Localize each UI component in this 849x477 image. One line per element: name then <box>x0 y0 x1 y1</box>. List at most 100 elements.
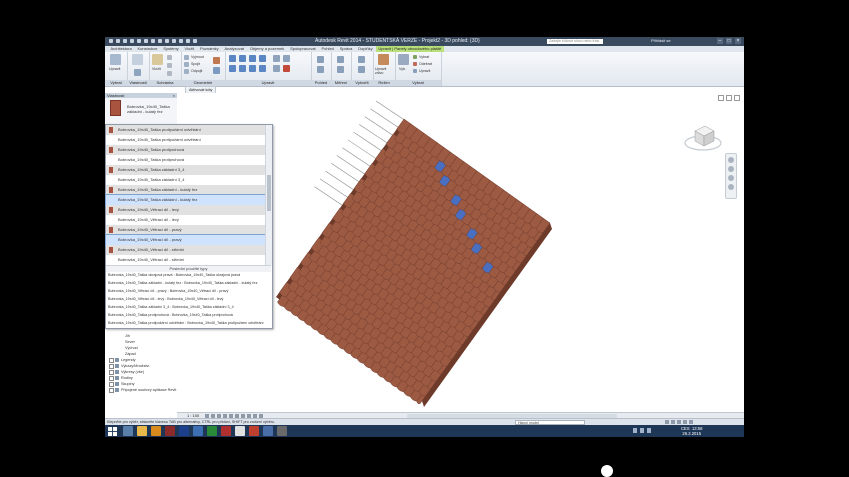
switch-windows-icon[interactable] <box>193 39 197 43</box>
type-list-item[interactable]: Bobrovka_19x40_Taška základní - kulatý ř… <box>106 185 265 195</box>
modify-button[interactable]: Upravit <box>109 67 120 71</box>
tray-network-icon[interactable] <box>640 428 644 433</box>
zoom-icon[interactable] <box>728 166 734 172</box>
taskbar-app-icon[interactable] <box>207 426 217 436</box>
quick-access-toolbar[interactable] <box>109 39 197 43</box>
edit-zdivo-icon[interactable] <box>378 54 389 65</box>
tray-flag-icon[interactable] <box>633 428 637 433</box>
close-hidden-icon[interactable] <box>186 39 190 43</box>
type-list-item[interactable]: Bobrovka_19x40_Taška základní 3_4 <box>106 175 265 185</box>
type-list-item[interactable]: Bobrovka_19x40_Taška protipožární odvětr… <box>106 125 265 135</box>
expand-icon[interactable] <box>109 388 114 393</box>
taskbar-app-icon[interactable] <box>151 426 161 436</box>
input-language[interactable]: CES <box>681 426 690 431</box>
navigation-bar[interactable] <box>725 153 737 199</box>
type-list-item[interactable]: Bobrovka_19x40_Větrací díl - pravý <box>106 225 265 235</box>
cut-icon[interactable] <box>167 55 172 60</box>
model-selector[interactable]: Hlavní model <box>515 420 585 425</box>
add-button[interactable]: Vybrat <box>419 55 429 59</box>
join-button[interactable]: Spojit <box>191 62 200 66</box>
mirror-icon[interactable] <box>249 55 256 62</box>
select-links-icon[interactable] <box>677 420 681 424</box>
select-pinned-icon[interactable] <box>683 420 687 424</box>
dropdown-scrollbar[interactable] <box>265 125 272 265</box>
thin-lines-icon[interactable] <box>179 39 183 43</box>
orbit-icon[interactable] <box>728 184 734 190</box>
match-icon[interactable] <box>167 71 172 76</box>
taskbar-app-icon[interactable] <box>193 426 203 436</box>
close-button[interactable]: × <box>735 38 741 44</box>
taskbar-app-icon[interactable] <box>263 426 273 436</box>
type-list-item[interactable]: Bobrovka_19x40_Větrací díl - střední <box>106 255 265 265</box>
redo-icon[interactable] <box>137 39 141 43</box>
recent-type-item[interactable]: Bobrovka_19x40_Taška okrajová pravá : Bo… <box>106 271 271 279</box>
remove-button[interactable]: Odebrat <box>419 62 432 66</box>
scrollbar-thumb[interactable] <box>267 175 271 211</box>
move-icon[interactable] <box>259 55 266 62</box>
taskbar-app-icon[interactable] <box>123 426 133 436</box>
delete-icon[interactable] <box>283 65 290 72</box>
paste-icon[interactable] <box>152 54 163 65</box>
split-face-icon[interactable] <box>213 67 220 74</box>
text-icon[interactable] <box>158 39 162 43</box>
paint-icon[interactable] <box>213 57 220 64</box>
close-icon[interactable]: × <box>173 93 175 98</box>
minimize-button[interactable]: – <box>717 38 723 44</box>
copy-element-icon[interactable] <box>229 65 236 72</box>
create-similar-icon[interactable] <box>358 56 365 63</box>
tray-clock[interactable]: CES 13:58 26.2.2015 <box>681 426 702 436</box>
type-list-item[interactable]: Bobrovka_19x40_Větrací díl - levý <box>106 215 265 225</box>
recent-type-item[interactable]: Bobrovka_19x40_Taška základní 3_4 : Bobr… <box>106 303 271 311</box>
recent-type-item[interactable]: Bobrovka_19x40_Větrací díl - levý : Bobr… <box>106 295 271 303</box>
recent-type-item[interactable]: Bobrovka_19x40_Taška protiprohová : Bobr… <box>106 311 271 319</box>
align-icon[interactable] <box>229 55 236 62</box>
join-icon[interactable] <box>184 62 189 67</box>
type-list-item[interactable]: Bobrovka_19x40_Taška základní 3_4 <box>106 165 265 175</box>
filter-status-icon[interactable] <box>689 420 693 424</box>
type-list-item[interactable]: Bobrovka_19x40_Větrací díl - střední <box>106 245 265 255</box>
paste-button[interactable]: Vložit <box>152 67 161 71</box>
unjoin-button[interactable]: Odpojit <box>191 69 202 73</box>
add-icon[interactable] <box>413 55 417 59</box>
windows-start-icon[interactable] <box>108 426 117 436</box>
viewcube[interactable] <box>683 121 723 153</box>
section-icon[interactable] <box>172 39 176 43</box>
recent-type-item[interactable]: Bobrovka_19x40_Taška základní - kulatý ř… <box>106 279 271 287</box>
tray-volume-icon[interactable] <box>647 428 651 433</box>
properties-icon[interactable] <box>132 54 143 65</box>
rotate-icon[interactable] <box>239 65 246 72</box>
override-graphics-icon[interactable] <box>317 66 324 73</box>
taskbar-app-icon[interactable] <box>235 426 245 436</box>
worksets-icon[interactable] <box>665 420 669 424</box>
print-icon[interactable] <box>144 39 148 43</box>
modify-cursor-icon[interactable] <box>110 54 121 65</box>
cut-geometry-button[interactable]: Vyjmout <box>191 55 204 59</box>
remove-icon[interactable] <box>413 62 417 66</box>
type-list-item[interactable]: Bobrovka_19x40_Větrací díl - levý <box>106 205 265 215</box>
undo-icon[interactable] <box>130 39 134 43</box>
offset-icon[interactable] <box>239 55 246 62</box>
hide-in-view-icon[interactable] <box>317 56 324 63</box>
edit-zdivo-button[interactable]: Upravit zdivo <box>375 67 393 75</box>
cope-icon[interactable] <box>184 55 189 60</box>
maximize-button[interactable]: □ <box>726 38 732 44</box>
recent-type-item[interactable]: Bobrovka_19x40_Větrací díl - pravý : Bob… <box>106 287 271 295</box>
taskbar-app-icon[interactable] <box>249 426 259 436</box>
edit-icon[interactable] <box>413 69 417 73</box>
type-selector[interactable]: Bobrovka_19x40_Taška základní - kulatý ř… <box>127 104 175 114</box>
scale-icon[interactable] <box>283 55 290 62</box>
measure-tool-icon[interactable] <box>337 56 344 63</box>
sign-in-link[interactable]: Přihlásit se <box>651 38 671 43</box>
taskbar-app-icon[interactable] <box>137 426 147 436</box>
filter-icon[interactable] <box>398 54 409 65</box>
type-list-item[interactable]: Bobrovka_19x40_Taška protiprohová <box>106 155 265 165</box>
split-icon[interactable] <box>259 65 266 72</box>
recent-type-item[interactable]: Bobrovka_19x40_Taška protipožární odvětr… <box>106 319 271 327</box>
edit-button[interactable]: Upravit <box>419 69 430 73</box>
taskbar-app-icon[interactable] <box>221 426 231 436</box>
open-icon[interactable] <box>116 39 120 43</box>
type-list-item[interactable]: Bobrovka_19x40_Větrací díl - pravý <box>105 234 266 246</box>
save-icon[interactable] <box>123 39 127 43</box>
pan-icon[interactable] <box>728 175 734 181</box>
3d-view-icon[interactable] <box>165 39 169 43</box>
